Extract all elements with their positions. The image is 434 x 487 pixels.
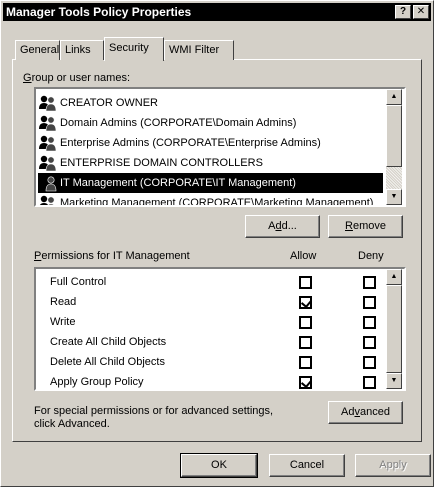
allow-header: Allow — [290, 250, 317, 262]
scroll-up-icon: ▲ — [390, 273, 398, 280]
permissions-label: Permissions for IT Management — [34, 250, 190, 262]
group-list-item[interactable]: Domain Admins (CORPORATE\Domain Admins) — [38, 113, 383, 133]
group-list-item[interactable]: ENTERPRISE DOMAIN CONTROLLERS — [38, 153, 383, 173]
scroll-up-icon: ▲ — [390, 93, 398, 100]
group-list-item-label: IT Management (CORPORATE\IT Management) — [60, 177, 296, 189]
group-users-icon — [38, 94, 58, 112]
allow-checkbox[interactable] — [299, 376, 312, 389]
group-users-icon — [38, 154, 58, 172]
perm-scroll-thumb[interactable] — [386, 285, 402, 373]
permission-label: Full Control — [50, 276, 107, 288]
add-button[interactable]: Add... — [245, 215, 320, 238]
group-list-item[interactable]: Enterprise Admins (CORPORATE\Enterprise … — [38, 133, 383, 153]
perm-scroll-up-button[interactable]: ▲ — [386, 269, 402, 285]
help-button[interactable]: ? — [395, 5, 411, 19]
deny-header: Deny — [358, 250, 384, 262]
tab-general[interactable]: General — [15, 40, 60, 60]
allow-checkbox[interactable] — [299, 336, 312, 349]
help-icon: ? — [399, 6, 407, 17]
scroll-up-button[interactable]: ▲ — [386, 89, 402, 105]
properties-dialog: Manager Tools Policy Properties ? ✕ Gene… — [0, 0, 434, 487]
close-icon: ✕ — [416, 6, 426, 17]
deny-checkbox[interactable] — [363, 336, 376, 349]
deny-checkbox[interactable] — [363, 296, 376, 309]
group-list-item[interactable]: Marketing Management (CORPORATE\Marketin… — [38, 193, 383, 207]
deny-checkbox[interactable] — [363, 376, 376, 389]
ok-button[interactable]: OK — [180, 453, 258, 478]
perm-scroll-down-button[interactable]: ▼ — [386, 373, 402, 389]
permissions-list: Full Control Read Write Create All Child Ob… — [34, 267, 406, 391]
close-button[interactable]: ✕ — [413, 5, 429, 19]
advanced-button[interactable]: Advanced — [328, 401, 403, 424]
scroll-down-icon: ▼ — [390, 377, 398, 384]
permissions-scrollbar[interactable]: ▲ ▼ — [386, 269, 402, 389]
deny-checkbox[interactable] — [363, 276, 376, 289]
allow-checkbox[interactable] — [299, 316, 312, 329]
allow-checkbox[interactable] — [299, 276, 312, 289]
permission-label: Delete All Child Objects — [50, 356, 165, 368]
group-list[interactable]: CREATOR OWNER Domain Admins (CORPORATE\Do… — [34, 87, 406, 207]
group-users-icon — [38, 194, 58, 205]
group-users-icon — [38, 114, 58, 132]
scroll-down-icon: ▼ — [390, 193, 398, 200]
tab-wmi-filter[interactable]: WMI Filter — [164, 40, 234, 60]
permission-label: Apply Group Policy — [50, 376, 144, 388]
allow-checkbox[interactable] — [299, 296, 312, 309]
group-list-scrollbar[interactable]: ▲ ▼ — [386, 89, 402, 205]
permission-label: Create All Child Objects — [50, 336, 167, 348]
group-list-item-label: CREATOR OWNER — [60, 97, 158, 109]
group-list-item-label: Enterprise Admins (CORPORATE\Enterprise … — [60, 137, 321, 149]
group-names-label: Group or user names: — [23, 72, 130, 84]
permission-label: Read — [50, 296, 77, 308]
apply-button[interactable]: Apply — [355, 454, 431, 477]
special-permissions-note-line2: click Advanced. — [34, 418, 110, 430]
deny-checkbox[interactable] — [363, 316, 376, 329]
group-list-item[interactable]: IT Management (CORPORATE\IT Management) — [38, 173, 383, 193]
permission-label: Write — [50, 316, 76, 328]
group-list-item-label: ENTERPRISE DOMAIN CONTROLLERS — [60, 157, 263, 169]
tab-security[interactable]: Security — [104, 37, 164, 61]
window-title: Manager Tools Policy Properties — [6, 5, 192, 19]
group-list-item[interactable]: CREATOR OWNER — [38, 93, 383, 113]
group-users-icon — [38, 174, 58, 192]
scroll-thumb[interactable] — [386, 105, 402, 167]
title-bar[interactable]: Manager Tools Policy Properties ? ✕ — [3, 3, 431, 21]
group-list-item-label: Domain Admins (CORPORATE\Domain Admins) — [60, 117, 297, 129]
allow-checkbox[interactable] — [299, 356, 312, 369]
group-users-icon — [38, 134, 58, 152]
tab-links[interactable]: Links — [60, 40, 104, 60]
scroll-down-button[interactable]: ▼ — [386, 189, 402, 205]
deny-checkbox[interactable] — [363, 356, 376, 369]
cancel-button[interactable]: Cancel — [269, 454, 345, 477]
remove-button[interactable]: Remove — [328, 215, 403, 238]
group-list-item-label: Marketing Management (CORPORATE\Marketin… — [60, 197, 374, 207]
special-permissions-note-line1: For special permissions or for advanced … — [34, 405, 274, 417]
